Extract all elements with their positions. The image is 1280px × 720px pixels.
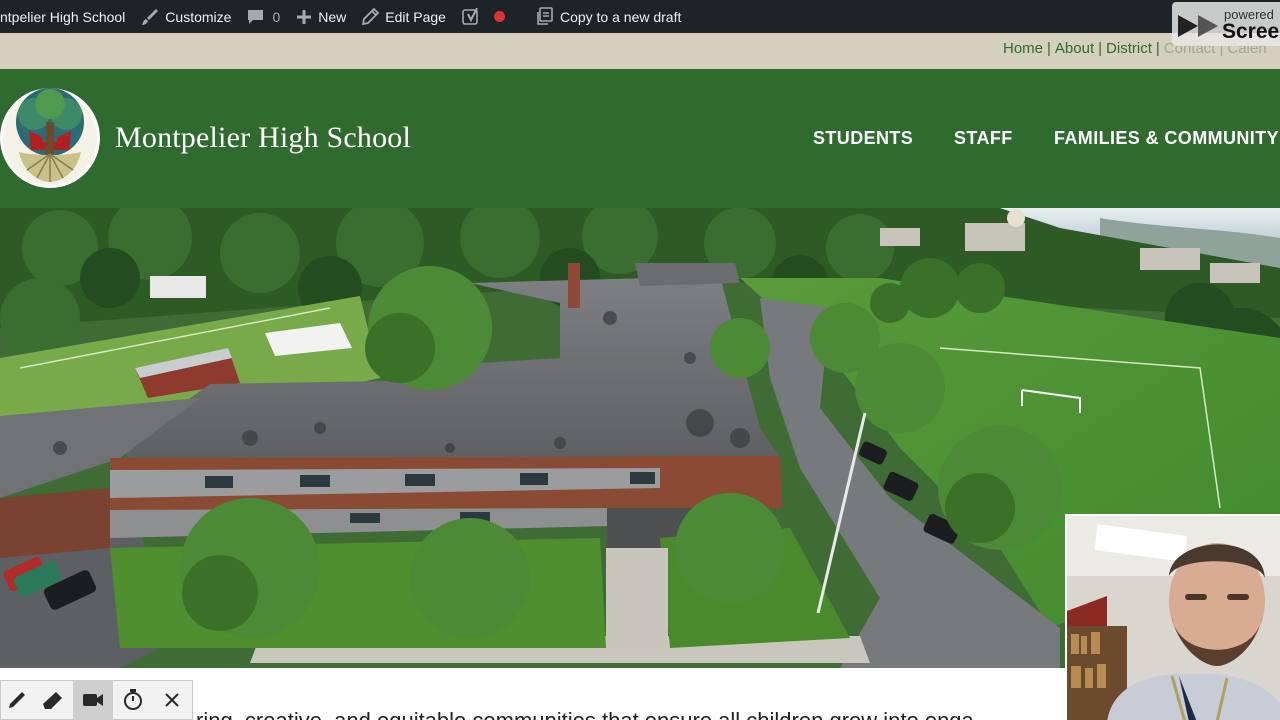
tree-logo-icon [0, 88, 100, 188]
close-icon [165, 693, 179, 707]
mission-text: ring, creative, and equitable communitie… [196, 708, 974, 720]
new-label: New [318, 8, 347, 25]
util-link-about[interactable]: About [1055, 40, 1094, 57]
camera-icon [83, 694, 104, 706]
close-toolbar-button[interactable] [152, 680, 192, 720]
comment-icon [248, 10, 264, 24]
presenter-video [1067, 516, 1280, 720]
brush-icon [142, 8, 159, 25]
watermark-brand-text: Scree [1222, 20, 1280, 43]
seo-status-dot [493, 11, 505, 22]
site-name-label: ntpelier High School [0, 8, 126, 25]
yoast-icon [462, 7, 478, 25]
util-separator: | [1155, 40, 1160, 57]
site-title[interactable]: Montpelier High School [115, 121, 411, 155]
copy-draft-button[interactable]: Copy to a new draft [527, 0, 689, 33]
nav-students[interactable]: STUDENTS [813, 128, 913, 149]
util-separator: | [1047, 40, 1051, 57]
camera-toggle-button[interactable] [73, 680, 113, 720]
util-link-district[interactable]: District [1106, 40, 1152, 57]
comments-button[interactable]: 0 [239, 0, 288, 33]
util-link-home[interactable]: Home [1003, 40, 1043, 57]
comments-count: 0 [272, 8, 281, 25]
utility-bar: Home | About | District | Contact | Calen [0, 33, 1280, 69]
timer-button[interactable] [113, 680, 153, 720]
wp-admin-bar: ntpelier High School Customize 0 New Edi… [0, 0, 1280, 33]
util-separator: | [1098, 40, 1103, 57]
webcam-overlay[interactable] [1065, 514, 1280, 720]
nav-families-community[interactable]: FAMILIES & COMMUNITY [1054, 128, 1279, 149]
pen-tool-button[interactable] [1, 680, 34, 720]
school-logo[interactable] [0, 82, 102, 194]
timer-icon [123, 689, 142, 710]
eraser-tool-button[interactable] [34, 680, 74, 720]
copy-icon [537, 7, 553, 25]
eraser-icon [43, 692, 63, 709]
screencast-watermark: powered Scree [1172, 2, 1280, 46]
pen-icon [9, 692, 26, 708]
nav-staff[interactable]: STAFF [954, 128, 1013, 149]
edit-page-button[interactable]: Edit Page [354, 0, 454, 33]
customize-button[interactable]: Customize [133, 0, 239, 33]
play-logo-icon [1178, 15, 1218, 37]
customize-label: Customize [165, 8, 232, 25]
pencil-icon [362, 8, 380, 25]
recording-toolbar [0, 680, 193, 720]
new-button[interactable]: New [288, 0, 354, 33]
edit-page-label: Edit Page [385, 8, 446, 25]
admin-bar-site-name[interactable]: ntpelier High School [0, 0, 133, 33]
seo-button[interactable] [454, 0, 513, 33]
copy-draft-label: Copy to a new draft [559, 8, 682, 25]
plus-icon [297, 9, 312, 24]
site-header: Montpelier High School STUDENTS STAFF FA… [0, 69, 1280, 208]
